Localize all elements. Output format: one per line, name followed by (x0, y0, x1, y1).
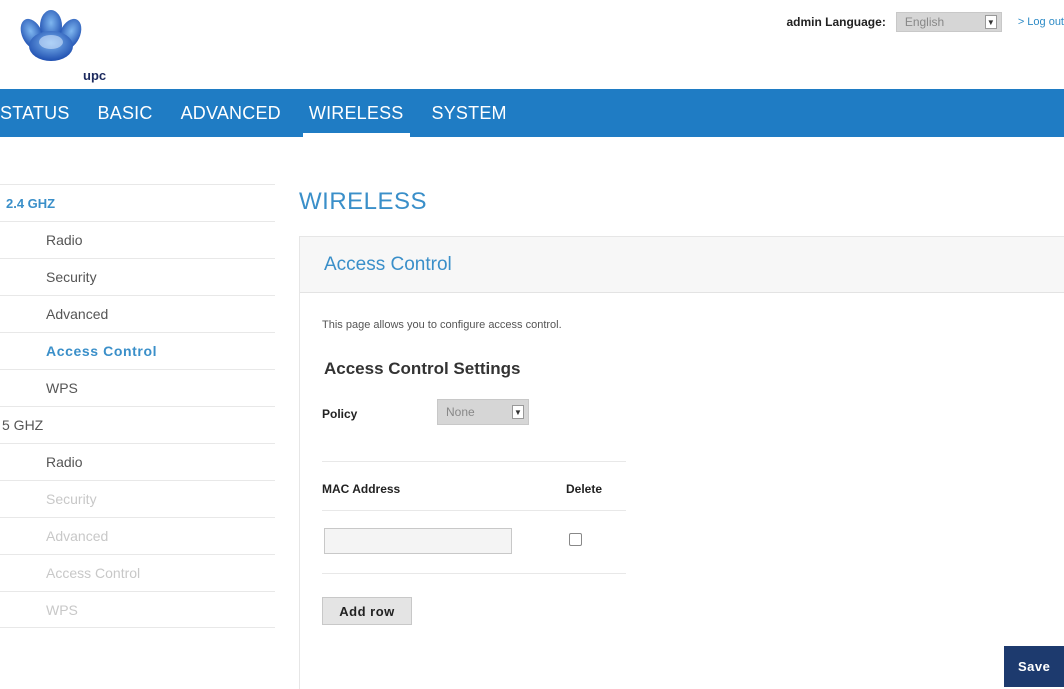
sidebar-item-security-2-4ghz[interactable]: Security (0, 258, 275, 295)
policy-select-value: None (446, 405, 475, 419)
add-row-button[interactable]: Add row (322, 597, 412, 625)
table-header: MAC Address Delete (322, 461, 626, 511)
main-nav: STATUS BASIC ADVANCED WIRELESS SYSTEM (0, 89, 1064, 137)
panel-title: Access Control (300, 237, 1064, 293)
nav-item-basic[interactable]: BASIC (90, 89, 161, 137)
language-select[interactable]: English ▼ (895, 12, 1002, 32)
sidebar-group-5ghz[interactable]: 5 GHZ (0, 406, 275, 443)
nav-item-wireless[interactable]: WIRELESS (301, 89, 412, 137)
delete-checkbox[interactable] (569, 533, 582, 546)
sidebar-item-advanced-5ghz: Advanced (0, 517, 275, 554)
sidebar-item-security-5ghz: Security (0, 480, 275, 517)
sidebar-item-radio-2-4ghz[interactable]: Radio (0, 221, 275, 258)
sidebar-group-2-4ghz[interactable]: 2.4 GHZ (0, 184, 275, 221)
upc-logo-mark-icon (20, 10, 82, 61)
nav-item-status[interactable]: STATUS (0, 89, 78, 137)
page: upc admin Language: English ▼ > Log out … (0, 0, 1064, 689)
top-bar: admin Language: English ▼ > Log out (786, 12, 1064, 32)
language-select-value: English (904, 15, 945, 29)
sidebar-item-advanced-2-4ghz[interactable]: Advanced (0, 295, 275, 332)
chevron-down-icon[interactable]: ▼ (512, 405, 524, 419)
sidebar-item-wps-5ghz: WPS (0, 591, 275, 628)
nav-item-system[interactable]: SYSTEM (424, 89, 515, 137)
admin-language-label: admin Language: (786, 15, 886, 29)
settings-title: Access Control Settings (324, 359, 521, 378)
logout-link[interactable]: > Log out (1018, 16, 1064, 28)
save-button[interactable]: Save (1004, 646, 1064, 687)
sidebar-item-radio-5ghz[interactable]: Radio (0, 443, 275, 480)
column-header-delete: Delete (566, 482, 603, 496)
policy-select[interactable]: None ▼ (437, 399, 529, 425)
nav-item-advanced[interactable]: ADVANCED (173, 89, 289, 137)
table-row (322, 511, 626, 574)
sidebar: 2.4 GHZ Radio Security Advanced Access C… (0, 184, 275, 628)
logo-text: upc (83, 68, 107, 83)
mac-address-table: MAC Address Delete (322, 461, 626, 574)
sidebar-item-access-control-2-4ghz[interactable]: Access Control (0, 332, 275, 369)
sidebar-item-wps-2-4ghz[interactable]: WPS (0, 369, 275, 406)
chevron-down-icon[interactable]: ▼ (984, 15, 997, 29)
column-header-mac-address: MAC Address (322, 482, 401, 496)
upc-logo[interactable]: upc (18, 8, 108, 83)
policy-label: Policy (322, 407, 358, 421)
mac-address-input[interactable] (324, 528, 512, 554)
panel-description: This page allows you to configure access… (322, 319, 562, 331)
access-control-panel: Access Control This page allows you to c… (299, 236, 1064, 689)
page-title: WIRELESS (299, 188, 428, 215)
sidebar-item-access-control-5ghz: Access Control (0, 554, 275, 591)
